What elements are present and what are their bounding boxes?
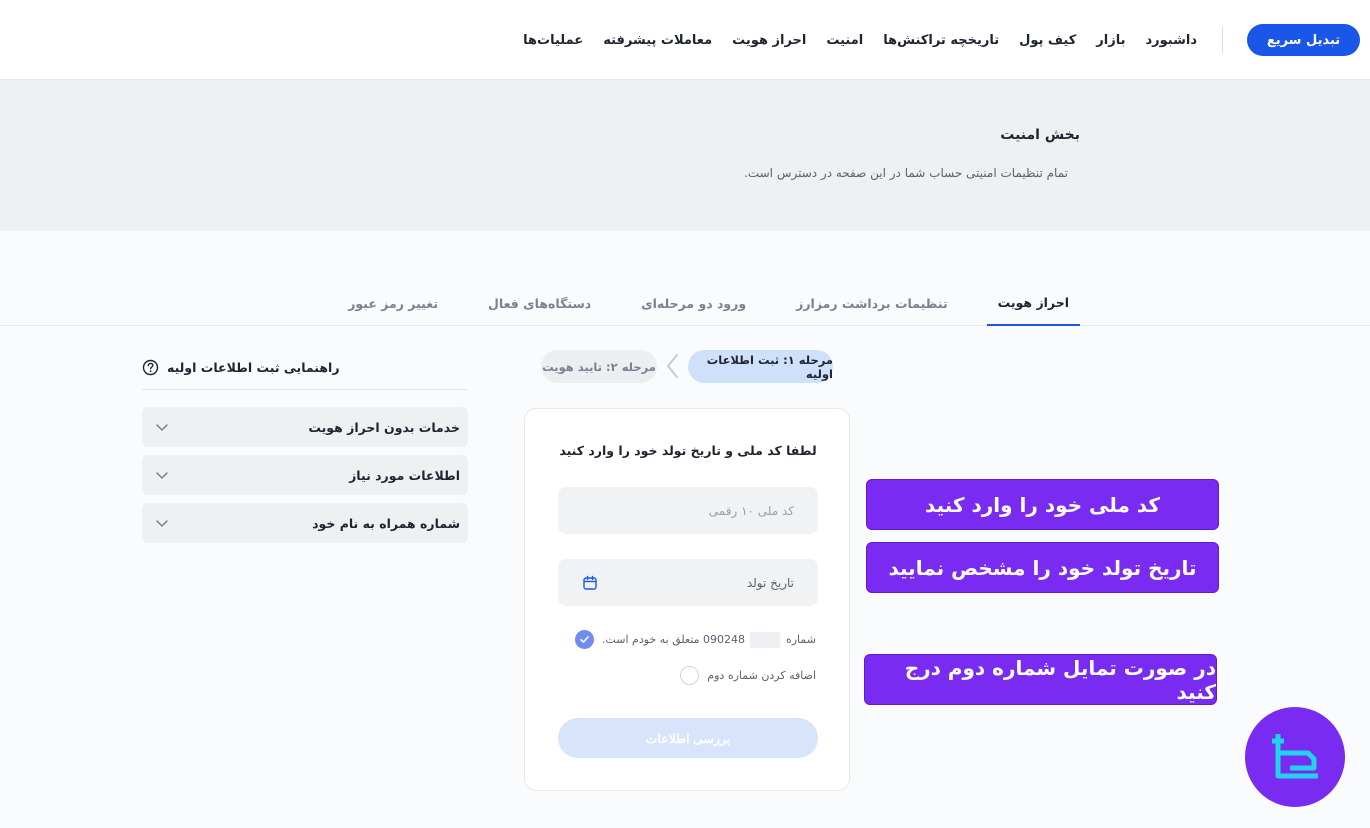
step-1-badge: مرحله ۱: ثبت اطلاعات اولیه xyxy=(688,350,833,383)
tab-change-password[interactable]: تغییر رمز عبور xyxy=(337,280,449,326)
check-icon xyxy=(580,636,589,643)
annotation-birthdate: تاریخ تولد خود را مشخص نمایید xyxy=(866,542,1219,593)
security-tabs: احراز هویت تنظیمات برداشت رمزارز ورود دو… xyxy=(337,280,1080,326)
quick-convert-button[interactable]: تبدیل سریع xyxy=(1247,24,1360,56)
accordion-item[interactable]: خدمات بدون احراز هویت xyxy=(142,407,468,447)
question-icon xyxy=(142,359,159,376)
own-number-checkbox[interactable] xyxy=(574,630,594,649)
nav-security[interactable]: امنیت xyxy=(826,33,863,48)
nav-dashboard[interactable]: داشبورد xyxy=(1145,33,1197,48)
accordion-label: شماره همراه به نام خود xyxy=(312,515,460,531)
tab-two-factor-login[interactable]: ورود دو مرحله‌ای xyxy=(630,280,757,326)
accordion-item[interactable]: اطلاعات مورد نیاز xyxy=(142,455,468,495)
own-number-suffix: متعلق به خودم است. xyxy=(601,632,700,646)
nav-advanced-trading[interactable]: معاملات پیشرفته xyxy=(603,33,712,48)
own-number-prefix: شماره xyxy=(785,632,816,646)
top-navbar: تبدیل سریع داشبورد بازار کیف پول تاریخچه… xyxy=(0,0,1370,80)
chevron-down-icon xyxy=(156,520,168,527)
national-id-input[interactable] xyxy=(558,487,818,534)
own-number-text: شماره 090248 متعلق به خودم است. xyxy=(601,631,816,648)
page-subtitle: تمام تنظیمات امنیتی حساب شما در این صفحه… xyxy=(744,166,1068,180)
birthdate-label: تاریخ تولد xyxy=(746,575,794,590)
tab-active-devices[interactable]: دستگاه‌های فعال xyxy=(477,280,602,326)
chevron-left-icon xyxy=(667,354,678,378)
accordion-label: اطلاعات مورد نیاز xyxy=(349,467,460,483)
tab-crypto-withdrawal-settings[interactable]: تنظیمات برداشت رمزارز xyxy=(785,280,959,326)
step-2-badge: مرحله ۲: تایید هویت xyxy=(541,350,657,383)
nav-market[interactable]: بازار xyxy=(1096,33,1125,48)
own-number-checkbox-row[interactable]: شماره 090248 متعلق به خودم است. xyxy=(574,630,816,649)
nav-operations[interactable]: عملیات‌ها xyxy=(523,33,583,48)
masked-digits xyxy=(750,631,781,648)
nav-transaction-history[interactable]: تاریخچه تراکنش‌ها xyxy=(883,33,999,48)
second-number-checkbox-row[interactable]: اضافه کردن شماره دوم xyxy=(680,666,816,685)
chevron-down-icon xyxy=(156,424,168,431)
main-nav: داشبورد بازار کیف پول تاریخچه تراکنش‌ها … xyxy=(523,0,1197,80)
guide-title: راهنمایی ثبت اطلاعات اولیه xyxy=(167,360,340,375)
guide-header: راهنمایی ثبت اطلاعات اولیه xyxy=(142,352,468,390)
chevron-down-icon xyxy=(156,472,168,479)
accordion-label: خدمات بدون احراز هویت xyxy=(308,419,460,435)
own-number-digits: 090248 xyxy=(702,632,745,646)
page-title: بخش امنیت xyxy=(1000,127,1080,143)
accordion-item[interactable]: شماره همراه به نام خود xyxy=(142,503,468,543)
brand-logo xyxy=(1245,707,1345,807)
tab-verification[interactable]: احراز هویت xyxy=(986,280,1080,326)
birthdate-field[interactable]: تاریخ تولد xyxy=(558,559,818,606)
annotation-second-number: در صورت تمایل شماره دوم درج کنید xyxy=(864,654,1217,705)
nav-verification[interactable]: احراز هویت xyxy=(732,33,806,48)
verification-form-card: لطفا کد ملی و تاریخ تولد خود را وارد کنی… xyxy=(524,408,850,791)
nav-wallet[interactable]: کیف پول xyxy=(1019,33,1076,48)
annotation-national-id: کد ملی خود را وارد کنید xyxy=(866,479,1219,530)
second-number-checkbox[interactable] xyxy=(680,666,700,685)
check-info-button[interactable]: بررسی اطلاعات xyxy=(558,718,818,758)
nav-divider xyxy=(1222,27,1223,53)
page-banner: بخش امنیت تمام تنظیمات امنیتی حساب شما د… xyxy=(0,80,1370,231)
second-number-label: اضافه کردن شماره دوم xyxy=(707,669,816,682)
form-title: لطفا کد ملی و تاریخ تولد خود را وارد کنی… xyxy=(559,443,817,458)
brand-logo-icon xyxy=(1272,734,1318,779)
calendar-icon[interactable] xyxy=(582,575,598,591)
